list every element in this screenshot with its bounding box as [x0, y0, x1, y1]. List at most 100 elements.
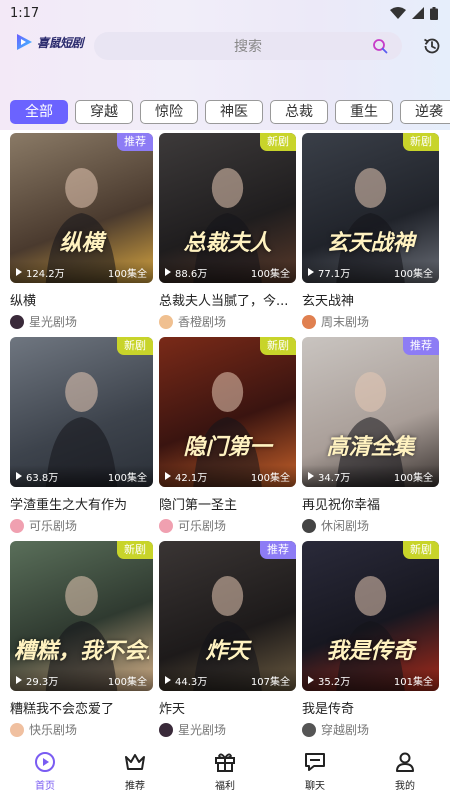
drama-card[interactable]: 新剧 总裁夫人 88.6万 100集全 总裁夫人当腻了，今... 香橙剧场 [159, 133, 296, 337]
nav-profile[interactable]: 我的 [375, 744, 435, 800]
view-count-text: 29.3万 [26, 676, 59, 688]
view-count: 63.8万 [16, 469, 58, 484]
bottom-nav: 首页 推荐 福利 聊天 我的 [0, 744, 450, 800]
tab-time-travel[interactable]: 穿越 [75, 100, 133, 124]
nav-label-recommend: 推荐 [125, 781, 145, 792]
drama-source: 可乐剧场 [159, 517, 296, 534]
nav-chat[interactable]: 聊天 [285, 744, 345, 800]
drama-title[interactable]: 炸天 [159, 698, 296, 717]
poster-meta: 29.3万 100集全 [10, 669, 153, 691]
drama-badge: 新剧 [260, 133, 296, 151]
tab-rebirth[interactable]: 重生 [335, 100, 393, 124]
search-icon[interactable] [372, 38, 388, 54]
drama-poster[interactable]: 新剧 我是传奇 35.2万 101集全 [302, 541, 439, 691]
category-tabs: 全部 穿越 惊险 神医 总裁 重生 逆袭 [10, 100, 450, 124]
poster-meta: 42.1万 100集全 [159, 465, 296, 487]
chat-icon [305, 753, 325, 771]
history-icon[interactable] [422, 36, 442, 56]
logo-text: 喜鼠短剧 [37, 35, 84, 50]
drama-badge: 推荐 [403, 337, 439, 355]
play-icon [308, 268, 314, 276]
play-icon [16, 472, 22, 480]
drama-card[interactable]: 推荐 纵横 124.2万 100集全 纵横 星光剧场 [10, 133, 153, 337]
battery-icon [430, 6, 438, 20]
source-name: 可乐剧场 [29, 519, 78, 533]
drama-badge: 推荐 [260, 541, 296, 559]
drama-card[interactable]: 新剧 我是传奇 35.2万 101集全 我是传奇 穿越剧场 [302, 541, 439, 745]
view-count-text: 124.2万 [26, 268, 65, 280]
play-icon [16, 268, 22, 276]
drama-poster[interactable]: 新剧 63.8万 100集全 [10, 337, 153, 487]
view-count: 44.3万 [165, 673, 207, 688]
episode-count: 100集全 [393, 268, 433, 280]
drama-poster[interactable]: 推荐 炸天 44.3万 107集全 [159, 541, 296, 691]
tab-thriller[interactable]: 惊险 [140, 100, 198, 124]
source-name: 星光剧场 [29, 315, 78, 329]
drama-poster[interactable]: 推荐 纵横 124.2万 100集全 [10, 133, 153, 283]
drama-card[interactable]: 新剧 玄天战神 77.1万 100集全 玄天战神 周末剧场 [302, 133, 439, 337]
drama-source: 香橙剧场 [159, 313, 296, 330]
drama-title[interactable]: 学渣重生之大有作为 [10, 494, 153, 513]
source-avatar-icon [10, 722, 24, 737]
status-time: 1:17 [10, 5, 40, 21]
poster-title-art: 纵横 [59, 231, 104, 256]
view-count: 35.2万 [308, 673, 350, 688]
source-name: 穿越剧场 [321, 723, 370, 737]
nav-recommend[interactable]: 推荐 [105, 744, 165, 800]
episode-count: 100集全 [107, 472, 147, 484]
view-count: 124.2万 [16, 265, 65, 280]
search-input[interactable]: 搜索 [94, 32, 402, 60]
drama-title[interactable]: 隐门第一圣主 [159, 494, 296, 513]
source-avatar-icon [302, 722, 316, 737]
source-avatar-icon [159, 518, 173, 533]
episode-count: 100集全 [107, 268, 147, 280]
source-avatar-icon [10, 314, 24, 329]
tab-comeback[interactable]: 逆袭 [400, 100, 450, 124]
view-count-text: 42.1万 [175, 472, 208, 484]
drama-card[interactable]: 新剧 糟糕，我不会恋爱了 29.3万 100集全 糟糕我不会恋爱了 快乐剧场 [10, 541, 153, 745]
episode-count: 100集全 [107, 676, 147, 688]
gift-icon [215, 753, 235, 772]
drama-card[interactable]: 推荐 高清全集 34.7万 100集全 再见祝你幸福 休闲剧场 [302, 337, 439, 541]
drama-title[interactable]: 糟糕我不会恋爱了 [10, 698, 153, 717]
nav-welfare[interactable]: 福利 [195, 744, 255, 800]
drama-poster[interactable]: 推荐 高清全集 34.7万 100集全 [302, 337, 439, 487]
tab-ceo[interactable]: 总裁 [270, 100, 328, 124]
app-logo: 喜鼠短剧 [14, 32, 84, 52]
view-count: 77.1万 [308, 265, 350, 280]
poster-meta: 44.3万 107集全 [159, 669, 296, 691]
poster-meta: 124.2万 100集全 [10, 261, 153, 283]
drama-title[interactable]: 总裁夫人当腻了，今... [159, 290, 296, 309]
drama-source: 周末剧场 [302, 313, 439, 330]
play-icon [165, 676, 171, 684]
view-count: 34.7万 [308, 469, 350, 484]
tab-all[interactable]: 全部 [10, 100, 68, 124]
drama-badge: 新剧 [260, 337, 296, 355]
source-name: 休闲剧场 [321, 519, 370, 533]
source-avatar-icon [159, 314, 173, 329]
drama-title[interactable]: 玄天战神 [302, 290, 439, 309]
drama-poster[interactable]: 新剧 糟糕，我不会恋爱了 29.3万 100集全 [10, 541, 153, 691]
poster-meta: 88.6万 100集全 [159, 261, 296, 283]
drama-poster[interactable]: 新剧 玄天战神 77.1万 100集全 [302, 133, 439, 283]
episode-count: 100集全 [393, 472, 433, 484]
drama-title[interactable]: 我是传奇 [302, 698, 439, 717]
play-icon [165, 472, 171, 480]
view-count-text: 63.8万 [26, 472, 59, 484]
drama-card[interactable]: 推荐 炸天 44.3万 107集全 炸天 星光剧场 [159, 541, 296, 745]
episode-count: 101集全 [393, 676, 433, 688]
drama-poster[interactable]: 新剧 总裁夫人 88.6万 100集全 [159, 133, 296, 283]
drama-card[interactable]: 新剧 63.8万 100集全 学渣重生之大有作为 可乐剧场 [10, 337, 153, 541]
drama-poster[interactable]: 新剧 隐门第一 42.1万 100集全 [159, 337, 296, 487]
source-name: 快乐剧场 [29, 723, 78, 737]
view-count-text: 34.7万 [318, 472, 351, 484]
nav-label-profile: 我的 [395, 781, 415, 792]
tab-doctor[interactable]: 神医 [205, 100, 263, 124]
drama-title[interactable]: 再见祝你幸福 [302, 494, 439, 513]
nav-label-chat: 聊天 [305, 781, 325, 792]
drama-card[interactable]: 新剧 隐门第一 42.1万 100集全 隐门第一圣主 可乐剧场 [159, 337, 296, 541]
nav-home[interactable]: 首页 [15, 744, 75, 800]
poster-meta: 35.2万 101集全 [302, 669, 439, 691]
source-avatar-icon [302, 314, 316, 329]
drama-title[interactable]: 纵横 [10, 290, 153, 309]
